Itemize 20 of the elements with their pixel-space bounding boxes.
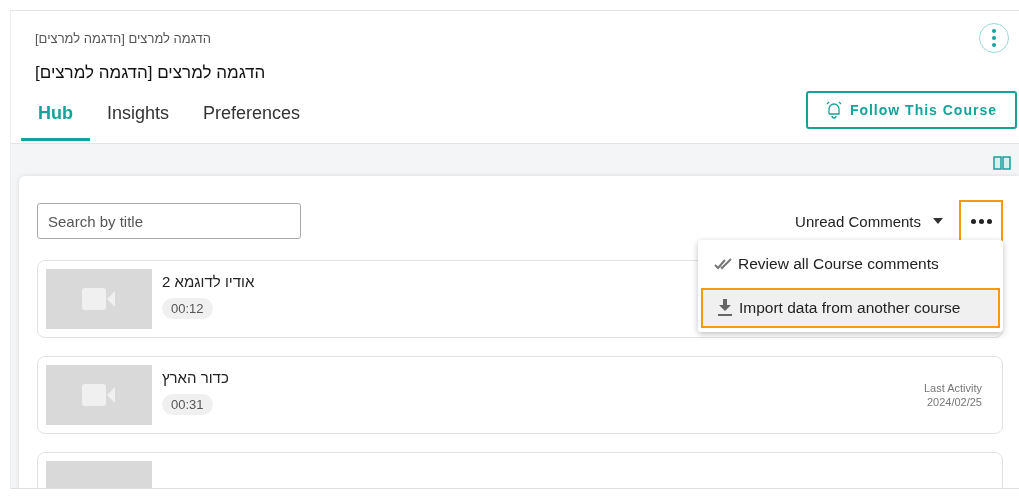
search-field[interactable]: Search by title [37,203,301,239]
sort-dropdown[interactable]: Unread Comments [789,211,949,231]
menu-item[interactable]: Import data from another course [701,288,1000,328]
item-title: אודיו לדוגמא 2 [162,273,255,290]
duration-badge: 00:31 [162,394,213,415]
more-options-button[interactable] [979,23,1009,53]
activity-label: Last Activity [923,382,982,394]
item-title: כדור הארץ [162,369,229,386]
tab[interactable]: Insights [90,93,187,141]
book-icon[interactable] [993,156,1011,170]
bell-icon [825,101,842,119]
caret-icon [933,218,943,224]
breadcrumb: הדגמה למרצים [הדגמה למרצים] [35,30,212,46]
more-button[interactable] [959,200,1003,242]
double-check-icon [714,258,732,270]
activity-date: 2024/02/25 [926,396,982,408]
download-icon [717,299,733,317]
course-title: הדגמה למרצים [הדגמה למרצים] [35,63,267,83]
tab[interactable]: Preferences [186,93,318,141]
duration-badge: 00:12 [162,298,213,319]
